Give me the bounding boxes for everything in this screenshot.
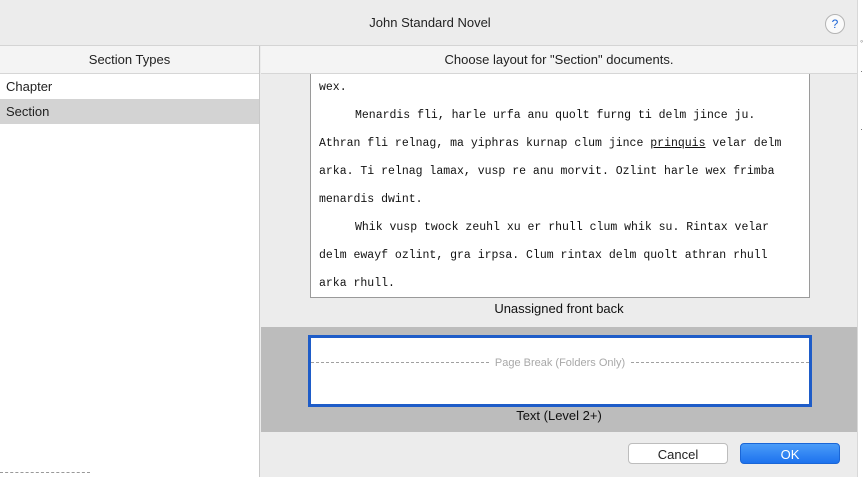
sidebar-item-chapter[interactable]: Chapter bbox=[0, 74, 259, 99]
sidebar-header: Section Types bbox=[0, 46, 259, 74]
layout-caption-selected: Text (Level 2+) bbox=[516, 408, 602, 423]
edge-mark: ◦ bbox=[860, 36, 864, 46]
page-break-label-wrap: Page Break (Folders Only) bbox=[311, 354, 809, 369]
edge-mark: · bbox=[860, 66, 863, 76]
layout-chooser-panel: Choose layout for "Section" documents. w… bbox=[261, 46, 857, 477]
preview-paragraph: Whik vusp twock zeuhl xu er rhull clum w… bbox=[319, 221, 770, 290]
preview-underlined-word: prinquis bbox=[650, 137, 706, 150]
edge-mark: · bbox=[860, 124, 863, 134]
sidebar-item-label: Section bbox=[6, 104, 50, 119]
sidebar-item-label: Chapter bbox=[6, 79, 53, 94]
background-window-edge: ◦ · · bbox=[857, 0, 865, 477]
help-button[interactable]: ? bbox=[825, 14, 845, 34]
page-break-preview[interactable]: Page Break (Folders Only) bbox=[308, 335, 812, 407]
section-types-sidebar: Section Types Chapter Section bbox=[0, 46, 260, 477]
ok-button[interactable]: OK bbox=[740, 443, 840, 464]
sidebar-divider bbox=[0, 472, 90, 477]
layout-header: Choose layout for "Section" documents. bbox=[261, 46, 857, 74]
selected-layout-row[interactable]: Page Break (Folders Only) Text (Level 2+… bbox=[261, 327, 857, 432]
window-title: John Standard Novel bbox=[369, 15, 491, 30]
sidebar-item-section[interactable]: Section bbox=[0, 99, 259, 124]
page-break-label: Page Break (Folders Only) bbox=[489, 357, 631, 369]
cancel-button[interactable]: Cancel bbox=[628, 443, 728, 464]
title-bar: John Standard Novel ? bbox=[0, 0, 865, 46]
layout-caption: Unassigned front back bbox=[494, 301, 624, 316]
preview-line: wex. bbox=[319, 81, 347, 94]
preview-paragraph: Menardis fli, harle urfa anu quolt furng… bbox=[311, 102, 809, 214]
layout-preview-text[interactable]: wex. Menardis fli, harle urfa anu quolt … bbox=[310, 74, 810, 298]
